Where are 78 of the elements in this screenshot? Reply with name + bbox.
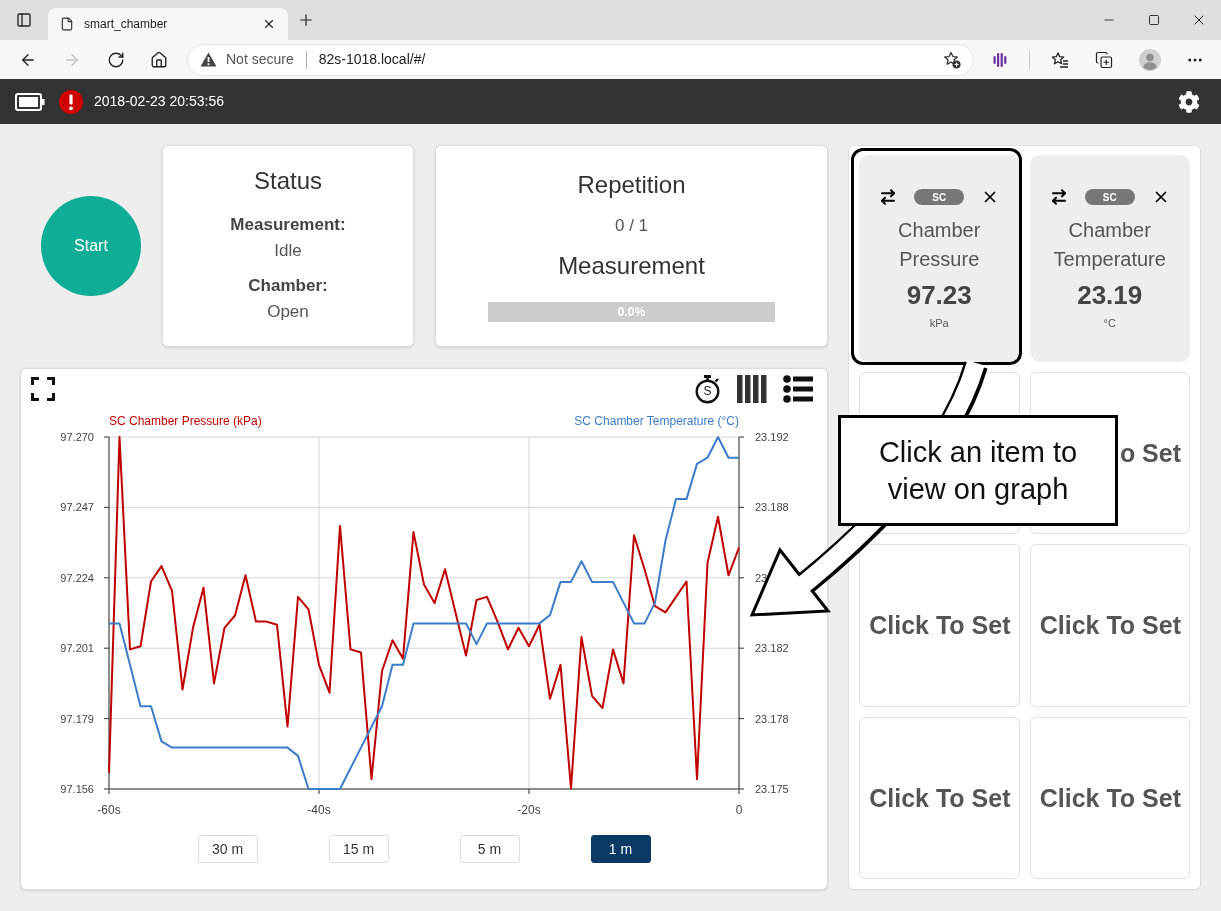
browser-tab[interactable]: smart_chamber xyxy=(48,8,288,40)
empty-tile[interactable]: Click To Set xyxy=(859,544,1020,707)
tick-label: 23.175 xyxy=(755,783,789,795)
battery-icon xyxy=(15,92,45,111)
address-field[interactable]: Not secure 82s-1018.local/#/ xyxy=(187,43,974,76)
sensor-tag: SC xyxy=(914,189,965,205)
plus-icon[interactable] xyxy=(297,11,315,29)
columns-icon[interactable] xyxy=(737,375,767,403)
tick-label: -60s xyxy=(97,803,121,817)
tick-label: 97.179 xyxy=(60,712,94,725)
tab-title: smart_chamber xyxy=(84,16,168,33)
card-title: Status xyxy=(253,167,322,195)
home-icon[interactable] xyxy=(150,50,168,69)
close-icon[interactable] xyxy=(262,17,276,31)
stopwatch-icon xyxy=(695,374,721,404)
field-value: Idle xyxy=(274,240,302,262)
section-title: Measurement xyxy=(558,252,705,280)
card-title: Repetition xyxy=(577,171,686,199)
empty-tile[interactable]: Click To Set xyxy=(1029,716,1190,879)
tick-label: 23.182 xyxy=(755,642,789,655)
range-button[interactable]: 15 m xyxy=(328,835,389,863)
sensor-tag: SC xyxy=(1084,189,1135,205)
panel-icon[interactable] xyxy=(16,12,32,28)
tick-label: 23.188 xyxy=(755,501,789,514)
maximize-icon[interactable] xyxy=(1147,14,1160,26)
tick-label: -40s xyxy=(307,803,331,817)
tick-label: 97.156 xyxy=(60,783,94,795)
sensor-name: Chamber Temperature xyxy=(1052,218,1167,272)
warning-icon xyxy=(200,52,217,67)
favorites-icon[interactable] xyxy=(1051,50,1069,69)
tick-label: 97.201 xyxy=(60,642,94,655)
field-value: Open xyxy=(267,301,309,323)
page-icon xyxy=(60,17,74,31)
tick-label: 0 xyxy=(735,803,743,817)
axis-title: SC Chamber Pressure (kPa) xyxy=(109,414,262,428)
callout-text: Click an item to view on graph xyxy=(877,434,1079,507)
url-text: 82s-1018.local/#/ xyxy=(318,50,426,69)
sensor-value: 97.23 xyxy=(906,280,972,310)
range-button[interactable]: 1 m xyxy=(590,835,651,863)
swap-icon[interactable] xyxy=(1049,188,1068,206)
sensor-value: 23.19 xyxy=(1077,280,1143,310)
tile-label: Click To Set xyxy=(869,610,1011,641)
axis-title: SC Chamber Temperature (°C) xyxy=(574,414,739,428)
tile-label: o Set xyxy=(1119,438,1181,469)
settings-icon[interactable] xyxy=(1178,90,1200,113)
stopwatch-button[interactable]: S xyxy=(695,374,721,404)
star-plus-icon[interactable] xyxy=(943,50,961,69)
tile-label: Click To Set xyxy=(869,782,1011,813)
list-icon[interactable] xyxy=(783,375,813,403)
range-button[interactable]: 5 m xyxy=(459,835,520,863)
avatar-icon[interactable] xyxy=(1139,48,1161,71)
tick-label: 23.178 xyxy=(755,712,789,725)
bars-icon[interactable] xyxy=(993,51,1007,68)
empty-tile[interactable]: Click To Set xyxy=(1029,544,1190,707)
tick-label: 23.192 xyxy=(755,431,789,443)
field-label: Chamber: xyxy=(248,275,328,297)
fullscreen-icon[interactable] xyxy=(31,377,55,401)
sensor-unit: kPa xyxy=(929,316,949,330)
sensor-tile[interactable]: SC Chamber Pressure 97.23 kPa xyxy=(859,155,1020,362)
tile-label: Click To Set xyxy=(1039,610,1181,641)
timestamp: 2018-02-23 20:53:56 xyxy=(94,92,224,111)
collections-icon[interactable] xyxy=(1095,50,1113,69)
tick-label: 97.247 xyxy=(60,501,94,514)
swap-icon[interactable] xyxy=(879,188,898,206)
sensor-unit: °C xyxy=(1103,316,1116,330)
alert-icon xyxy=(59,89,83,114)
range-button[interactable]: 30 m xyxy=(197,835,258,863)
repetition-count: 0 / 1 xyxy=(614,215,649,237)
field-label: Measurement: xyxy=(230,214,346,236)
sensor-name: Chamber Pressure xyxy=(897,218,982,272)
tick-label: -20s xyxy=(517,803,541,817)
security-label: Not secure xyxy=(226,50,294,69)
sensor-tile[interactable]: SC Chamber Temperature 23.19 °C xyxy=(1029,155,1190,362)
tick-label: 97.224 xyxy=(60,571,94,584)
tick-label: 97.270 xyxy=(60,431,94,443)
empty-tile[interactable]: Click To Set xyxy=(859,716,1020,879)
tile-label: Click To Set xyxy=(1039,782,1181,813)
reload-icon[interactable] xyxy=(107,50,125,69)
